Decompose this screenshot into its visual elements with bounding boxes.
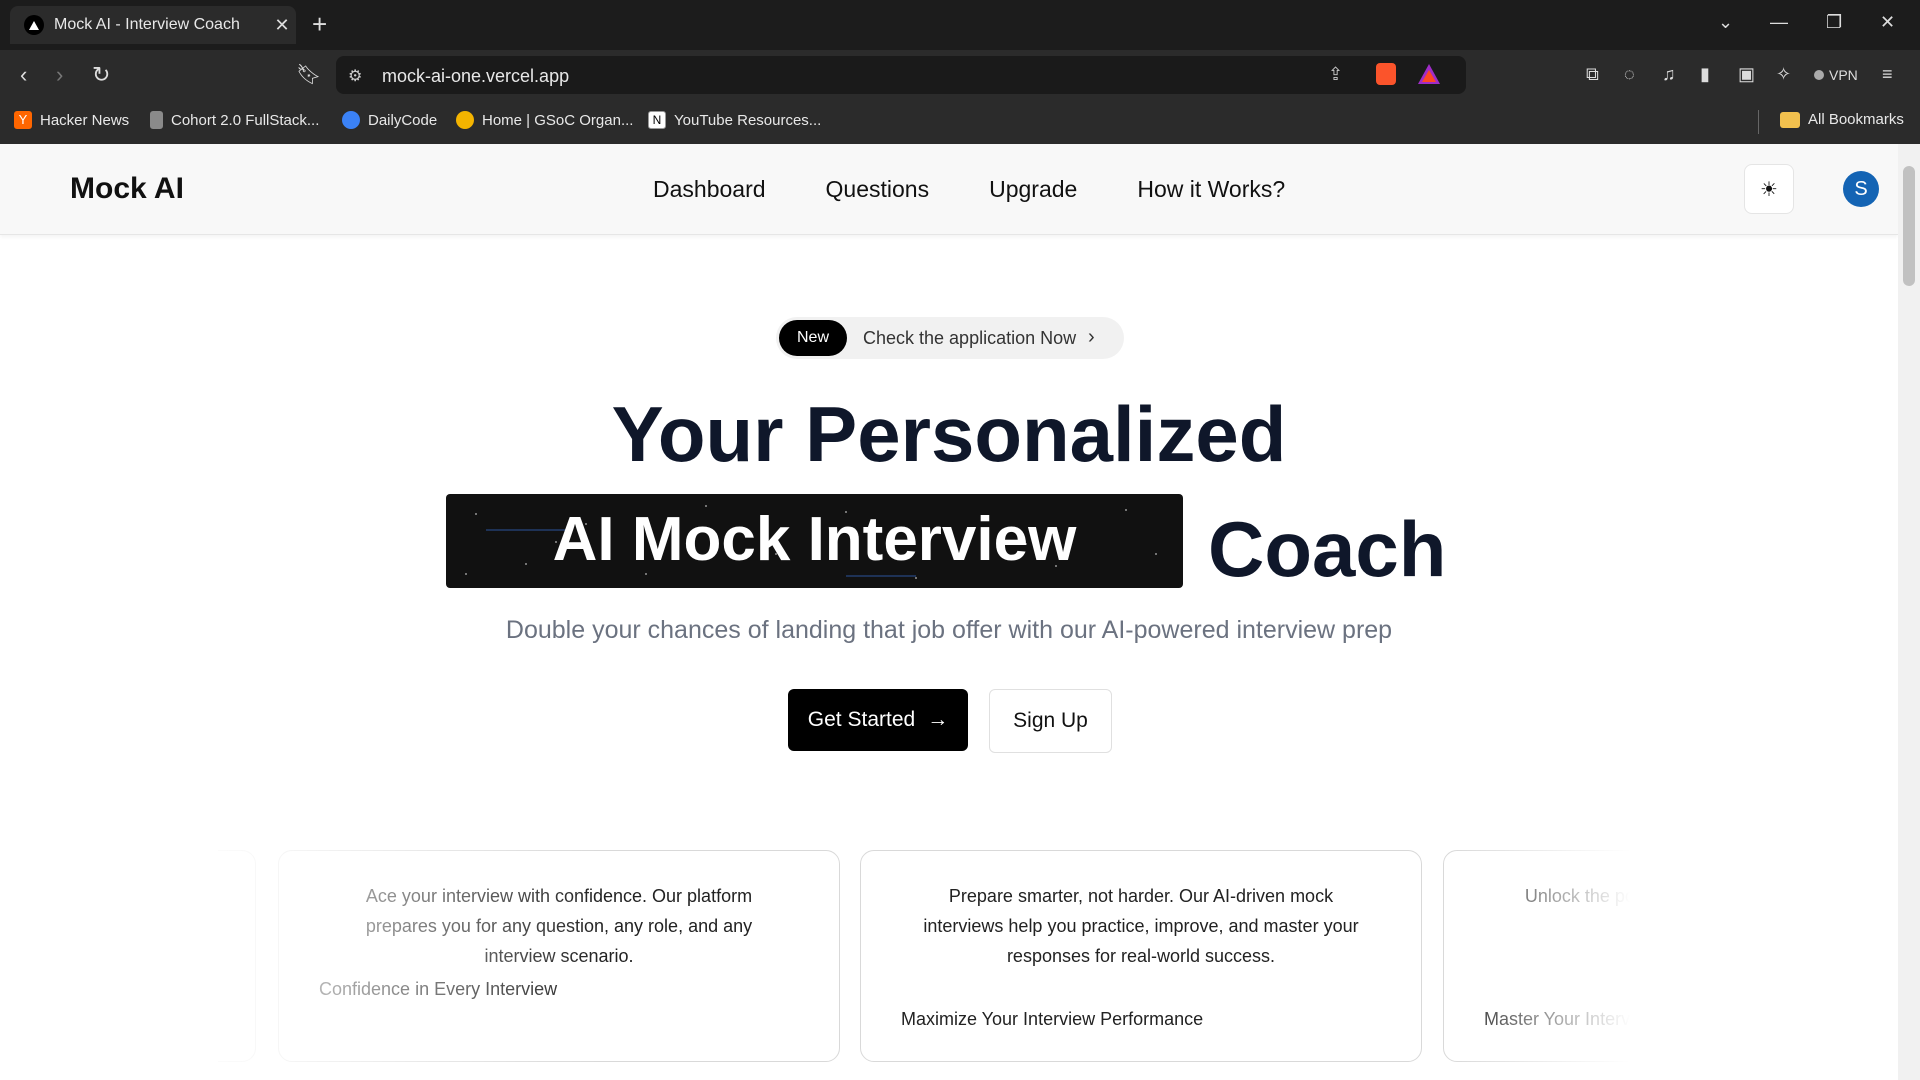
new-tab-icon[interactable]: + — [312, 10, 327, 38]
announcement-pill[interactable]: New Check the application Now › — [776, 317, 1124, 359]
bookmarks-bar: Y Hacker News Cohort 2.0 FullStack... Da… — [0, 100, 1920, 144]
arrow-right-icon: → — [927, 708, 949, 731]
bookmark-youtube-resources[interactable]: N YouTube Resources... — [648, 111, 821, 129]
brave-rewards-icon[interactable] — [1418, 64, 1440, 89]
page-scrollbar[interactable] — [1898, 144, 1920, 1080]
site-nav: Dashboard Questions Upgrade How it Works… — [653, 176, 1285, 203]
restore-icon[interactable]: ❐ — [1826, 12, 1842, 33]
page-viewport: Mock AI Dashboard Questions Upgrade How … — [0, 144, 1898, 1080]
reload-icon[interactable]: ↻ — [92, 62, 110, 88]
bookmark-label: Cohort 2.0 FullStack... — [171, 111, 320, 129]
brave-shield-icon[interactable] — [1376, 63, 1396, 85]
music-icon[interactable]: ♫ — [1662, 64, 1676, 85]
browser-tab[interactable]: Mock AI - Interview Coach ✕ — [10, 6, 296, 44]
feature-card: Prepare smarter, not harder. Our AI-driv… — [860, 850, 1422, 1062]
tab-search-icon[interactable]: ⌄ — [1718, 12, 1733, 33]
nav-how-it-works[interactable]: How it Works? — [1137, 176, 1285, 203]
address-bar[interactable]: ⚙ mock-ai-one.vercel.app ⇪ — [336, 56, 1466, 94]
site-info-icon[interactable]: ⚙ — [348, 66, 362, 86]
vpn-label: VPN — [1829, 67, 1858, 83]
sidebar-icon[interactable]: ▮ — [1700, 64, 1710, 85]
avatar[interactable]: S — [1843, 171, 1879, 207]
bookmark-gsoc[interactable]: Home | GSoC Organ... — [456, 111, 633, 129]
page-icon — [150, 111, 163, 129]
ai-icon[interactable]: ✧ — [1776, 64, 1791, 85]
tab-title: Mock AI - Interview Coach — [54, 16, 240, 33]
bookmark-hacker-news[interactable]: Y Hacker News — [14, 111, 129, 129]
all-bookmarks-label: All Bookmarks — [1808, 111, 1904, 128]
announcement-text: Check the application Now — [863, 328, 1077, 348]
nav-upgrade[interactable]: Upgrade — [989, 176, 1077, 203]
chevron-right-icon: › — [1088, 326, 1095, 348]
bookmark-cohort[interactable]: Cohort 2.0 FullStack... — [150, 111, 319, 129]
notion-icon: N — [648, 111, 666, 129]
scroll-thumb[interactable] — [1903, 166, 1915, 286]
nav-questions[interactable]: Questions — [826, 176, 930, 203]
card-title: Master Your Interview Skills — [1484, 1009, 1705, 1029]
theme-toggle-button[interactable]: ☀ — [1744, 164, 1794, 214]
site-header: Mock AI Dashboard Questions Upgrade How … — [0, 144, 1898, 235]
menu-icon[interactable]: ≡ — [1882, 64, 1893, 85]
marquee-mask-left — [0, 834, 218, 1080]
hero-title-line1: Your Personalized — [611, 390, 1287, 478]
url-text: mock-ai-one.vercel.app — [382, 66, 570, 86]
hacker-news-icon: Y — [14, 111, 32, 129]
wallet-icon[interactable]: ▣ — [1738, 64, 1755, 85]
gsoc-icon — [456, 111, 474, 129]
bookmark-label: Home | GSoC Organ... — [482, 111, 634, 129]
feature-card: Ace your interview with confidence. Our … — [278, 850, 840, 1062]
sign-up-button[interactable]: Sign Up — [989, 689, 1112, 753]
marquee-mask-right — [1682, 834, 1898, 1080]
leo-icon[interactable]: ◌ — [1624, 64, 1635, 85]
bookmarks-divider — [1758, 110, 1759, 134]
all-bookmarks[interactable]: All Bookmarks — [1780, 111, 1904, 128]
get-started-button[interactable]: Get Started → — [788, 689, 968, 751]
nav-dashboard[interactable]: Dashboard — [653, 176, 766, 203]
card-body: Ace your interview with confidence. Our … — [365, 886, 753, 966]
minimize-icon[interactable]: — — [1770, 12, 1788, 33]
vpn-status-icon — [1814, 70, 1824, 80]
close-window-icon[interactable]: ✕ — [1880, 12, 1895, 33]
forward-icon[interactable]: › — [56, 62, 63, 88]
back-icon[interactable]: ‹ — [20, 62, 27, 88]
site-logo[interactable]: Mock AI — [70, 172, 184, 206]
bookmark-icon[interactable]: 🔖︎ — [296, 62, 321, 87]
close-tab-icon[interactable]: ✕ — [268, 15, 296, 36]
new-badge: New — [779, 320, 847, 356]
card-title: Maximize Your Interview Performance — [901, 1009, 1204, 1029]
card-title: Confidence in Every Interview — [319, 979, 558, 999]
bookmark-label: DailyCode — [368, 111, 438, 129]
dailycode-icon — [342, 111, 360, 129]
hero-subtitle: Double your chances of landing that job … — [505, 616, 1393, 644]
hero-highlight-text: AI Mock Interview — [552, 505, 1077, 574]
bookmark-dailycode[interactable]: DailyCode — [342, 111, 437, 129]
sun-icon: ☀ — [1760, 178, 1778, 201]
browser-tabstrip: Mock AI - Interview Coach ✕ + ⌄ — ❐ ✕ — [0, 0, 1920, 50]
bookmark-label: YouTube Resources... — [674, 111, 822, 129]
hero-highlight: AI Mock Interview — [446, 494, 1183, 588]
extensions-icon[interactable]: ⧉ — [1586, 64, 1599, 85]
vpn-button[interactable]: VPN — [1814, 67, 1858, 83]
hero-title-word: Coach — [1208, 505, 1447, 593]
bookmark-label: Hacker News — [40, 111, 130, 129]
vercel-icon — [24, 15, 44, 35]
folder-icon — [1780, 111, 1800, 128]
card-body: Prepare smarter, not harder. Our AI-driv… — [923, 886, 1359, 966]
get-started-label: Get Started — [807, 708, 916, 731]
share-icon[interactable]: ⇪ — [1328, 64, 1343, 85]
